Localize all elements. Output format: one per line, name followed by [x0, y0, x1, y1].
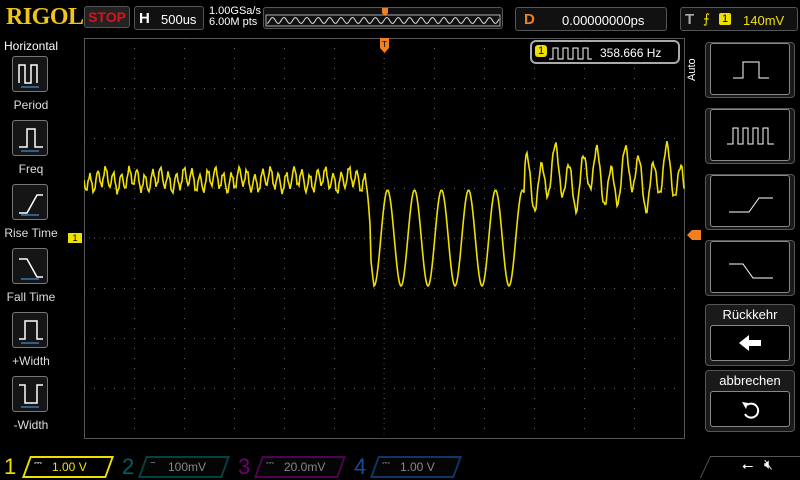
pulse-train-icon: [727, 127, 774, 145]
trigger-label: T: [685, 11, 695, 28]
rise-time-button[interactable]: [12, 184, 48, 220]
memory-depth: 6.00M pts: [209, 16, 258, 28]
menu-item-label: -Width: [13, 418, 49, 432]
rise-slope-button[interactable]: [705, 174, 795, 230]
rising-slope-icon: [729, 197, 773, 213]
menu-item-label: Freq: [18, 162, 44, 176]
delay-label: D: [524, 11, 535, 28]
fall-time-icon: [19, 258, 43, 280]
channel-scale: 1.00 V: [400, 460, 435, 474]
cancel-label: abbrechen: [719, 373, 781, 388]
channel-number: 2: [122, 454, 135, 479]
channel1-offset-marker[interactable]: 1: [68, 233, 82, 243]
run-stop-status[interactable]: STOP: [84, 6, 130, 28]
negative-width-button[interactable]: [12, 376, 48, 412]
channel-number: 4: [354, 454, 367, 479]
pulse-narrow-button[interactable]: [705, 108, 795, 164]
trigger-position-marker[interactable]: T: [380, 38, 389, 54]
frequency-icon: [19, 128, 43, 152]
frequency-button[interactable]: [12, 120, 48, 156]
rigol-logo: RIGOL: [6, 4, 84, 30]
pulse-wide-button[interactable]: [705, 42, 795, 98]
back-label: Rückkehr: [722, 307, 778, 322]
ac-coupling-icon: ~: [150, 458, 156, 469]
waveform-grid[interactable]: [84, 38, 685, 440]
delay-value: 0.00000000ps: [562, 13, 645, 28]
trigger-source: 1: [719, 13, 732, 25]
cancel-button[interactable]: abbrechen: [705, 370, 795, 432]
menu-item-label: Fall Time: [6, 290, 56, 304]
channel-scale: 100mV: [168, 460, 207, 474]
trigger-level: 140mV: [743, 13, 785, 28]
speaker-muted-icon[interactable]: 🔇︎: [764, 456, 773, 473]
channel-number: 1: [4, 454, 17, 479]
horizontal-menu: Horizontal Period Freq Rise Time Fall Time +…: [0, 38, 62, 448]
period-icon: [18, 64, 39, 88]
fall-time-button[interactable]: [12, 248, 48, 284]
menu-title: Horizontal: [3, 39, 59, 53]
channel-3-button[interactable]: 3 ⎓ 20.0mV: [232, 454, 347, 479]
menu-item-label: Period: [13, 98, 49, 112]
menu-item-label: Rise Time: [4, 226, 58, 240]
channel-1-button[interactable]: 1 ⎓ 1.00 V: [0, 454, 115, 479]
dc-coupling-icon: ⎓: [266, 458, 274, 469]
frequency-measurement[interactable]: 1 358.666 Hz: [530, 40, 680, 64]
timebase-value: 500us: [161, 12, 197, 27]
left-arrow-icon: [739, 335, 761, 351]
channel-scale: 1.00 V: [52, 460, 87, 474]
rise-time-icon: [19, 194, 43, 216]
back-button[interactable]: Rückkehr: [705, 304, 795, 366]
channel-scale: 20.0mV: [284, 460, 326, 474]
waveform-overview[interactable]: [263, 7, 503, 29]
dc-coupling-icon: ⎓: [34, 458, 42, 469]
horizontal-label: H: [139, 10, 150, 27]
trigger-mode-label: Auto: [686, 58, 698, 82]
positive-width-icon: [19, 320, 43, 344]
channel-number: 3: [238, 454, 251, 479]
trigger-box[interactable]: T ⨍ 1 140mV: [680, 7, 798, 31]
square-wave-icon: [549, 47, 592, 60]
measurement-channel: 1: [535, 45, 548, 57]
channel-4-button[interactable]: 4 ⎓ 1.00 V: [348, 454, 463, 479]
negative-width-icon: [19, 384, 43, 408]
timebase-box[interactable]: H 500us: [134, 6, 204, 30]
positive-width-button[interactable]: [12, 312, 48, 348]
menu-item-label: +Width: [12, 354, 50, 368]
falling-slope-icon: [729, 263, 773, 279]
acquisition-info: 1.00GSa/s 6.00M pts: [209, 6, 261, 28]
dc-coupling-icon: ⎓: [382, 458, 390, 469]
rising-edge-icon: ⨍: [703, 11, 710, 26]
svg-text:T: T: [382, 40, 387, 49]
fall-slope-button[interactable]: [705, 240, 795, 296]
trigger-level-marker[interactable]: [687, 227, 701, 240]
period-button[interactable]: [12, 56, 48, 92]
measurement-value: 358.666 Hz: [600, 46, 662, 60]
undo-icon: [742, 402, 760, 419]
single-pulse-icon: [733, 61, 769, 79]
usb-icon: ⭠: [742, 457, 754, 473]
channel-2-button[interactable]: 2 ~ 100mV: [116, 454, 231, 479]
delay-box[interactable]: D 0.00000000ps: [515, 7, 667, 31]
